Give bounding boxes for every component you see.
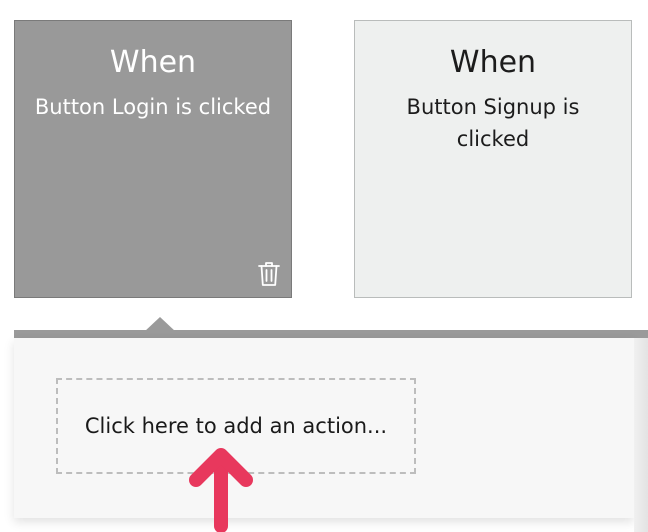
event-card-signup[interactable]: When Button Signup is clicked bbox=[354, 20, 632, 298]
arrow-up-icon bbox=[189, 448, 253, 532]
event-title: When bbox=[109, 45, 197, 80]
event-title: When bbox=[449, 45, 537, 80]
event-description: Button Login is clicked bbox=[34, 95, 272, 119]
workflow-editor: When Button Login is clicked When Button… bbox=[0, 0, 648, 532]
trash-icon[interactable] bbox=[257, 260, 281, 288]
event-card-login[interactable]: When Button Login is clicked bbox=[14, 20, 292, 298]
event-description: Button Signup is clicked bbox=[406, 95, 580, 151]
panel-edge-shadow bbox=[634, 338, 648, 532]
add-action-label: Click here to add an action... bbox=[84, 414, 388, 438]
panel-pointer-notch bbox=[144, 317, 176, 332]
action-panel-topbar bbox=[14, 330, 648, 338]
